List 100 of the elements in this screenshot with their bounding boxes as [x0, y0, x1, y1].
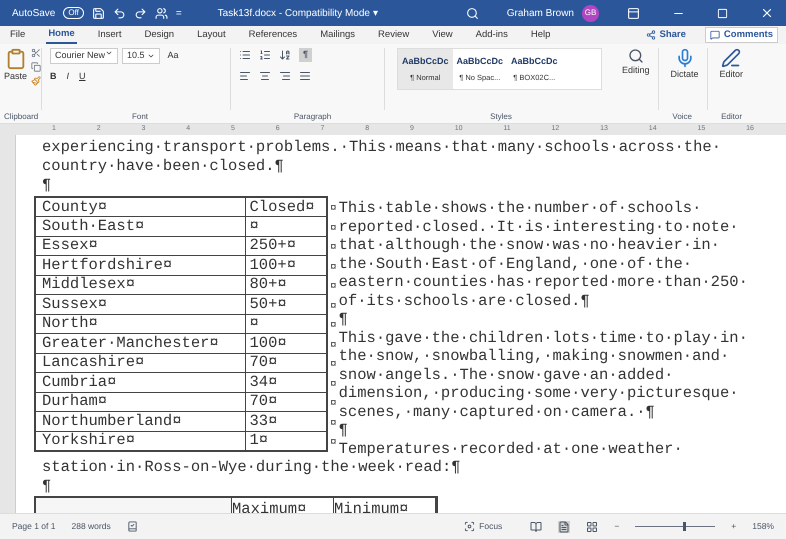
cut-icon[interactable] — [31, 48, 42, 58]
format-painter-icon[interactable] — [31, 76, 42, 86]
customize-toolbar[interactable]: = — [176, 6, 182, 20]
people-icon[interactable] — [154, 6, 168, 20]
paragraph-line: of·its·schools·are·closed.¶ — [338, 292, 590, 310]
autosave-toggle[interactable]: Off — [63, 7, 84, 19]
search-icon — [628, 48, 644, 64]
ribbon-tab[interactable]: Mailings — [318, 26, 358, 44]
ribbon-tab[interactable]: View — [430, 26, 455, 44]
row-end-mark: ¤ — [330, 416, 337, 432]
paragraph-line: snow·angels.·The·snow·gave·an·added· — [338, 366, 674, 384]
change-case-button[interactable]: Aa — [164, 49, 183, 62]
numbering-icon[interactable] — [259, 48, 271, 61]
group-label: Voice — [671, 110, 692, 122]
pen-icon — [721, 48, 742, 68]
ribbon-tab[interactable]: Help — [528, 26, 552, 44]
paragraph-line: dimension,·producing·some·very·picturesque· — [338, 384, 739, 402]
paste-button[interactable]: Paste — [4, 48, 28, 110]
undo-icon[interactable] — [112, 6, 126, 20]
align-right-icon[interactable] — [279, 70, 291, 82]
table-cell: Closed¤ — [245, 197, 327, 216]
row-end-mark: ¤ — [330, 222, 337, 236]
ribbon-tab[interactable]: Add-ins — [474, 26, 510, 44]
share-button[interactable]: Share — [646, 28, 686, 42]
ribbon-tab[interactable]: File — [8, 26, 28, 44]
row-end-mark: ¤ — [330, 378, 337, 392]
paragraph-line: scenes,·many·captured·on·camera.·¶ — [338, 402, 655, 421]
proofing-icon[interactable] — [126, 521, 138, 532]
format-button[interactable]: I — [66, 70, 70, 83]
paragraph-line: the·snow,·snowballing,·making·snowmen·and· — [338, 347, 730, 366]
table-cell: Sussex¤ — [35, 294, 245, 314]
justify-icon[interactable] — [299, 70, 311, 82]
table-cell: 33¤ — [245, 412, 327, 431]
table-cell: Essex¤ — [35, 236, 245, 256]
table-cell: County¤ — [35, 197, 245, 216]
ribbon-tab[interactable]: Review — [376, 26, 412, 44]
table-cell: Northumberland¤ — [35, 412, 245, 431]
user-avatar[interactable]: GB — [582, 4, 599, 22]
sort-icon[interactable] — [279, 48, 291, 61]
ribbon-tab[interactable]: Insert — [96, 26, 124, 44]
table-cell: 50+¤ — [245, 294, 327, 314]
editing-button[interactable]: Editing — [614, 48, 659, 110]
zoom-slider-thumb[interactable] — [683, 522, 686, 531]
table-cell: 100+¤ — [245, 256, 327, 275]
search-icon[interactable] — [466, 6, 479, 20]
comment-icon — [710, 30, 720, 40]
table-cell: 70¤ — [245, 353, 327, 372]
ribbon-display-icon[interactable] — [627, 6, 640, 20]
table-cell: Hertfordshire¤ — [35, 256, 245, 275]
font-name-field[interactable]: Courier New — [50, 48, 118, 64]
group-label: Clipboard — [3, 110, 40, 122]
print-layout-icon[interactable] — [558, 520, 570, 532]
row-end-mark: ¤ — [330, 397, 337, 412]
paragraph-line: country·have·been·closed.¶ — [42, 157, 284, 176]
paragraph-line: This·table·shows·the·number·of·schools· — [338, 199, 702, 218]
close-icon[interactable] — [760, 6, 774, 20]
dictate-button[interactable]: Dictate — [662, 48, 708, 110]
web-layout-icon[interactable] — [586, 520, 598, 532]
paragraph-line: reported·closed.·It·is·interesting·to·note· — [338, 218, 739, 236]
table-cell: North¤ — [35, 314, 245, 334]
paragraph-line: Temperatures·recorded·at·one·weather· — [338, 440, 683, 458]
format-button[interactable]: U — [79, 70, 86, 83]
paragraph-line: that·although·the·snow·was·no·heavier·in· — [338, 236, 720, 254]
paragraph-line: ¶ — [338, 421, 348, 440]
zoom-in-button[interactable]: + — [731, 520, 736, 533]
align-center-icon[interactable] — [259, 70, 271, 82]
table-cell: 250+¤ — [245, 236, 327, 256]
row-end-mark: ¤ — [330, 436, 337, 451]
editor-button[interactable]: Editor — [712, 48, 752, 110]
align-left-icon[interactable] — [239, 70, 251, 82]
row-end-mark: ¤ — [330, 319, 337, 334]
zoom-percent[interactable]: 158% — [752, 520, 774, 533]
save-icon[interactable] — [92, 6, 105, 20]
font-size-field[interactable]: 10.5 — [122, 48, 160, 64]
zoom-out-button[interactable]: − — [614, 520, 620, 533]
user-name: Graham Brown — [506, 6, 574, 20]
word-count[interactable]: 288 words — [71, 520, 111, 533]
comments-button[interactable]: Comments — [704, 26, 778, 44]
ribbon-tab[interactable]: Design — [142, 26, 176, 44]
focus-button[interactable]: Focus — [464, 520, 502, 533]
window-title: Task13f.docx - Compatibility Mode ▾ — [218, 6, 378, 20]
paragraph-line: station·in·Ross-on-Wye·during·the·week·read:¶ — [42, 458, 461, 477]
ribbon-tab[interactable]: References — [246, 26, 300, 44]
ribbon-tab[interactable]: Layout — [195, 26, 228, 44]
row-end-mark: ¤ — [330, 280, 337, 295]
show-marks-button[interactable]: ¶ — [299, 48, 312, 62]
maximize-icon[interactable] — [717, 8, 728, 18]
row-end-mark: ¤ — [330, 338, 337, 354]
row-end-mark: ¤ — [330, 300, 337, 314]
read-mode-icon[interactable] — [530, 520, 542, 532]
format-button[interactable]: B — [50, 70, 56, 83]
group-label: Editor — [720, 110, 742, 122]
page-count[interactable]: Page 1 of 1 — [12, 520, 56, 533]
paragraph-line: This·gave·the·children·lots·time·to·play·in· — [338, 328, 748, 347]
autosave-label: AutoSave — [12, 6, 56, 20]
redo-icon[interactable] — [134, 6, 147, 20]
table-cell: 80+¤ — [245, 275, 327, 294]
copy-icon[interactable] — [31, 62, 42, 72]
paragraph-line: the·South·East·of·England,·one·of·the· — [338, 254, 692, 273]
group-label: Paragraph — [292, 110, 332, 122]
